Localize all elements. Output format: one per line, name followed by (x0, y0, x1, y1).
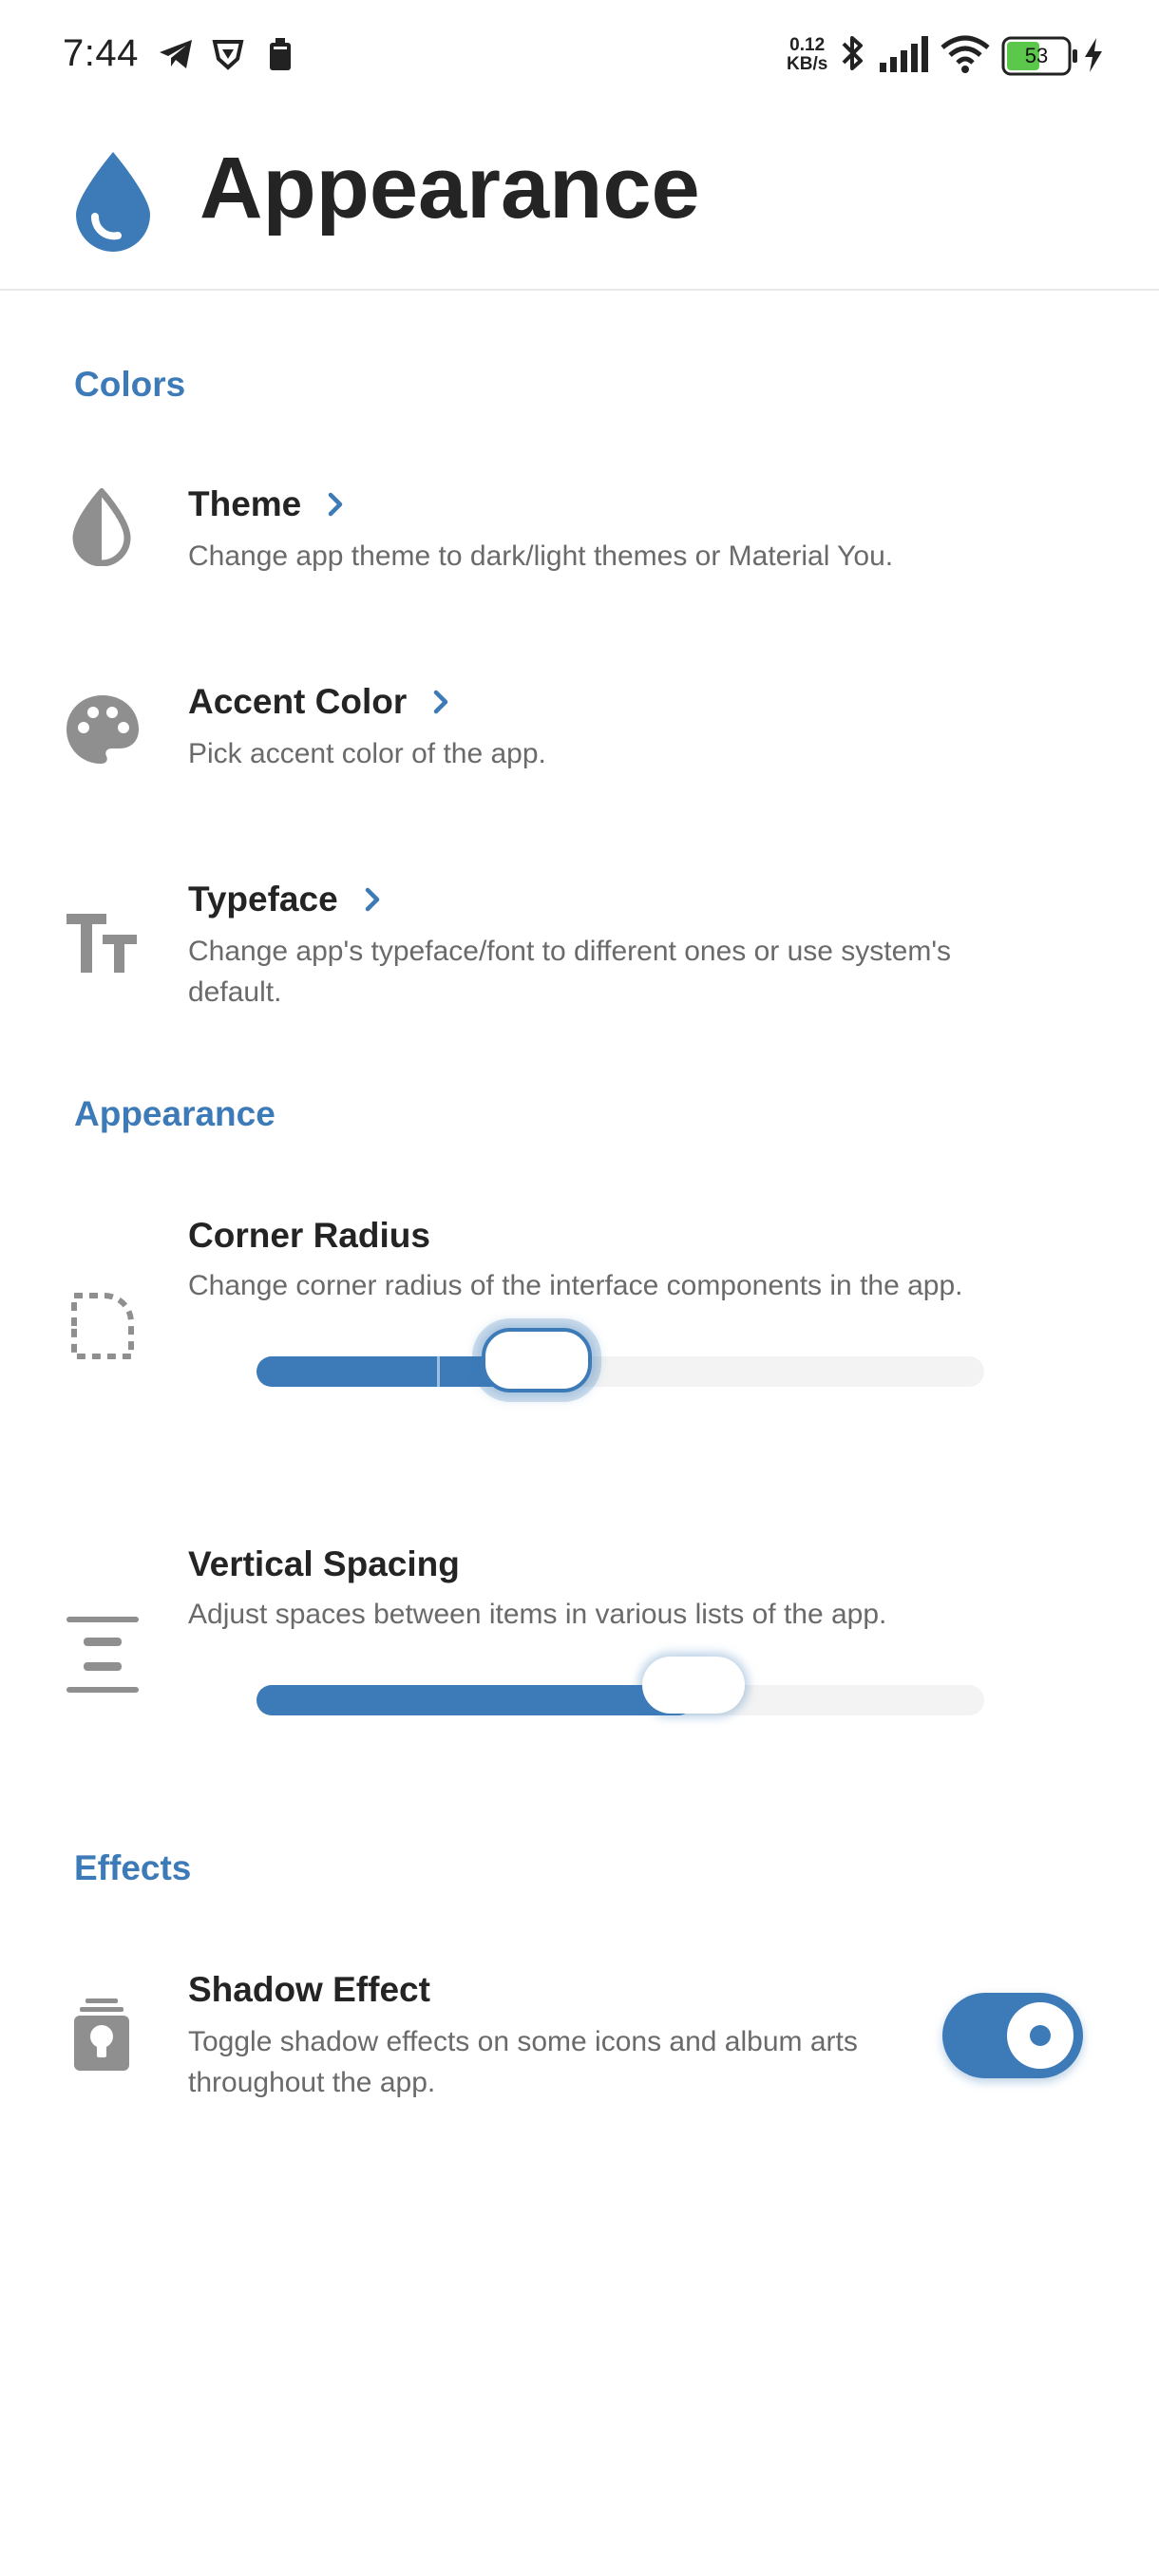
water-drop-icon (76, 152, 150, 252)
rounded-corner-icon (71, 1293, 134, 1359)
theme-title: Theme (188, 484, 345, 524)
vertical-spacing-icon (66, 1617, 139, 1693)
section-header-effects: Effects (74, 1848, 192, 1887)
wifi-icon (940, 35, 990, 73)
page-title: Appearance (200, 140, 700, 237)
accent-color-title: Accent Color (188, 682, 450, 722)
chevron-right-icon (329, 492, 343, 517)
palette-icon (66, 695, 139, 764)
shadow-effect-title: Shadow Effect (188, 1970, 430, 2009)
accent-color-label: Accent Color (188, 682, 408, 721)
contrast-drop-icon (72, 488, 131, 566)
net-speed-unit: KB/s (787, 54, 828, 74)
chevron-right-icon (434, 690, 448, 714)
typeface-label: Typeface (188, 880, 338, 919)
signal-icon (880, 36, 928, 72)
app-header: Appearance (0, 114, 1159, 291)
net-speed-value: 0.12 (789, 35, 826, 55)
slider-thumb[interactable] (482, 1328, 593, 1392)
shadow-effect-subtitle: Toggle shadow effects on some icons and … (188, 2026, 858, 2098)
vertical-spacing-title: Vertical Spacing (188, 1544, 460, 1583)
theme-row[interactable]: Theme Change app theme to dark/light the… (0, 462, 1159, 633)
charging-icon (1085, 38, 1102, 72)
section-header-colors: Colors (74, 365, 186, 404)
typeface-title: Typeface (188, 880, 382, 919)
corner-radius-row: Corner Radius Change corner radius of th… (0, 1193, 1159, 1478)
status-bar: 7:44 0.12 KB/s 53 (0, 0, 1159, 114)
theme-subtitle: Change app theme to dark/light themes or… (188, 540, 894, 572)
shadow-lamp-icon (74, 1998, 129, 2071)
corner-radius-subtitle: Change corner radius of the interface co… (188, 1270, 963, 1301)
battery-level: 53 (1024, 44, 1049, 67)
typeface-subtitle: Change app's typeface/font to different … (188, 936, 952, 1008)
accent-color-subtitle: Pick accent color of the app. (188, 738, 546, 769)
vertical-spacing-slider[interactable] (256, 1657, 984, 1715)
vertical-spacing-row: Vertical Spacing Adjust spaces between i… (0, 1522, 1159, 1807)
text-size-icon (66, 914, 137, 973)
toggle-dot (1030, 2025, 1051, 2046)
telegram-icon (160, 40, 192, 68)
typeface-row[interactable]: Typeface Change app's typeface/font to d… (0, 857, 1159, 1018)
slider-thumb[interactable] (641, 1657, 745, 1714)
shadow-effect-toggle[interactable] (942, 1993, 1083, 2078)
status-time: 7:44 (63, 32, 139, 74)
slider-fill (256, 1685, 694, 1715)
toggle-knob (1007, 2002, 1074, 2069)
net-speed: 0.12 KB/s (787, 36, 827, 74)
brave-icon (212, 40, 244, 70)
theme-label: Theme (188, 484, 302, 523)
bluetooth-icon (842, 36, 863, 70)
battery-saver-icon (270, 38, 291, 70)
corner-radius-slider[interactable] (256, 1328, 984, 1392)
accent-color-row[interactable]: Accent Color Pick accent color of the ap… (0, 659, 1159, 830)
vertical-spacing-subtitle: Adjust spaces between items in various l… (188, 1599, 887, 1630)
section-header-appearance: Appearance (74, 1094, 276, 1133)
corner-radius-title: Corner Radius (188, 1216, 430, 1255)
chevron-right-icon (365, 887, 379, 912)
slider-tick (437, 1356, 440, 1387)
